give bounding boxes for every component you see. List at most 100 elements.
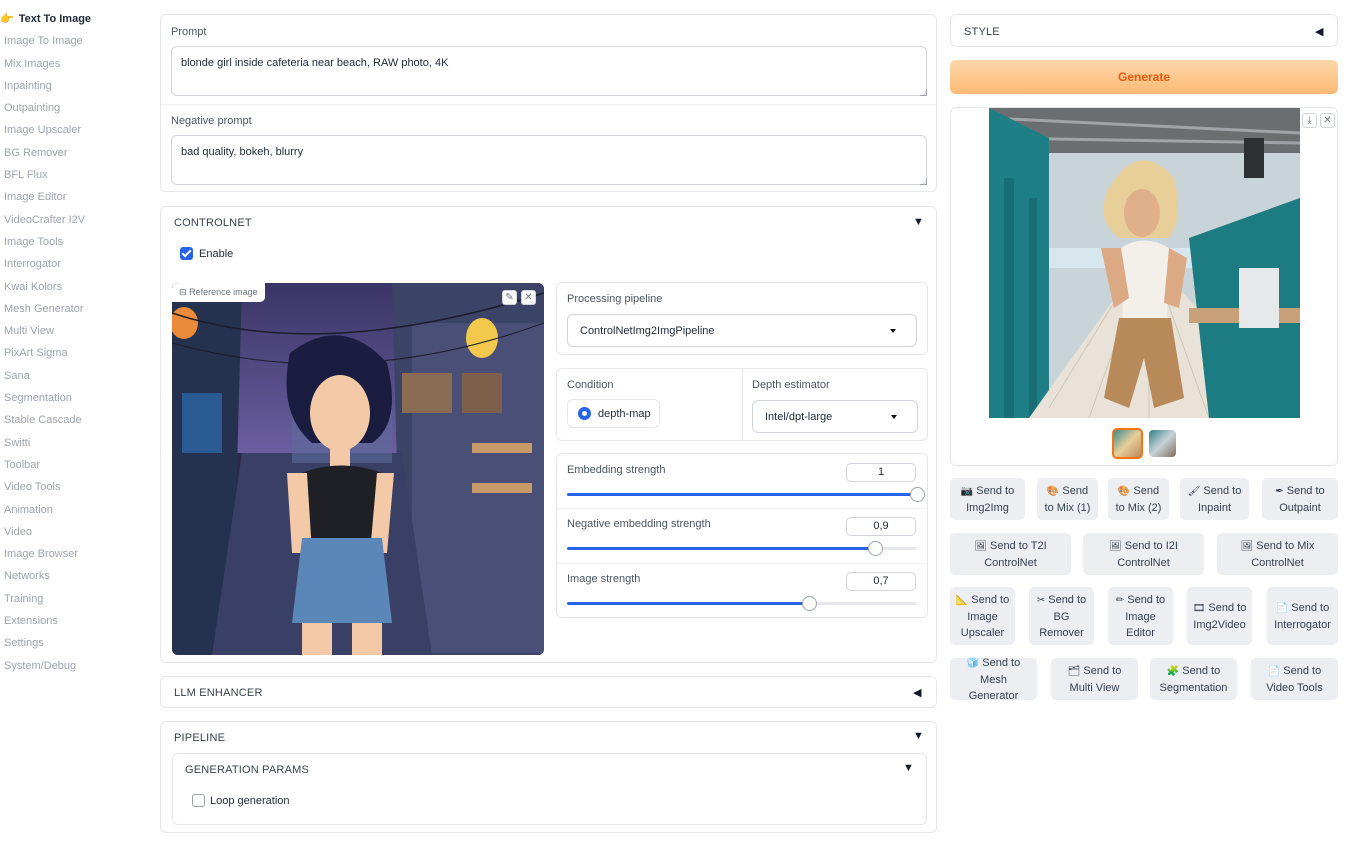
sidebar-item-interrogator[interactable]: Interrogator: [0, 253, 140, 275]
picture-icon: 🖼: [974, 540, 988, 552]
negative-prompt-resize-handle[interactable]: [920, 178, 927, 185]
send-to-multi-view-button[interactable]: 🗂 Send to Multi View: [1051, 658, 1138, 700]
sidebar-item-inpainting[interactable]: Inpainting: [0, 75, 140, 97]
slider-thumb[interactable]: [868, 541, 883, 556]
slider-thumb[interactable]: [801, 596, 817, 611]
loop-generation-checkbox[interactable]: [192, 794, 205, 807]
sidebar-item-sana[interactable]: Sana: [0, 365, 140, 387]
sidebar-item-stable-cascade[interactable]: Stable Cascade: [0, 409, 140, 431]
gallery-thumbnail[interactable]: [1149, 430, 1176, 457]
pointing-hand-icon: 👉: [0, 13, 14, 25]
expand-icon[interactable]: ◀: [913, 686, 921, 699]
reference-image[interactable]: ⊟ Reference image ✎ ✕: [172, 283, 544, 655]
enable-label: Enable: [199, 248, 234, 260]
sidebar-item-mesh-generator[interactable]: Mesh Generator: [0, 298, 140, 320]
sidebar-item-toolbar[interactable]: Toolbar: [0, 454, 140, 476]
sidebar-item-label: Outpainting: [4, 102, 61, 115]
slider-value[interactable]: 0,7: [846, 572, 916, 591]
send-to-video-tools-button[interactable]: 📄 Send to Video Tools: [1251, 658, 1338, 700]
send-button-label: Send to T2I ControlNet: [984, 539, 1047, 569]
controlnet-collapse-icon[interactable]: ▼: [913, 216, 924, 228]
send-to-i2i-controlnet-button[interactable]: 🖼 Send to I2I ControlNet: [1083, 533, 1204, 575]
anime-cafe-street-image: [172, 283, 544, 655]
pipeline-box: Processing pipeline ControlNetImg2ImgPip…: [556, 282, 928, 355]
style-panel[interactable]: STYLE ◀: [950, 14, 1338, 47]
palette-icon: 🎨: [1117, 485, 1131, 497]
sidebar-item-videocrafter-i2v[interactable]: VideoCrafter I2V: [0, 209, 140, 231]
send-to-inpaint-button[interactable]: 🖌 Send to Inpaint: [1180, 478, 1249, 520]
gallery-thumbnail-selected[interactable]: [1112, 428, 1143, 459]
send-to-mix-1--button[interactable]: 🎨 Send to Mix (1): [1037, 478, 1098, 520]
pipeline-dropdown[interactable]: ControlNetImg2ImgPipeline: [567, 314, 917, 347]
download-icon[interactable]: ⤓: [1302, 113, 1317, 128]
sidebar-item-animation[interactable]: Animation: [0, 499, 140, 521]
prompt-resize-handle[interactable]: [920, 89, 927, 96]
sidebar-item-label: Stable Cascade: [4, 414, 82, 427]
send-to-image-upscaler-button[interactable]: 📐 Send to Image Upscaler: [950, 587, 1015, 645]
cube-icon: 🧊: [966, 657, 980, 669]
sidebar-item-pixart-sigma[interactable]: PixArt Sigma: [0, 342, 140, 364]
sidebar-item-extensions[interactable]: Extensions: [0, 610, 140, 632]
sidebar-item-video[interactable]: Video: [0, 521, 140, 543]
send-to-segmentation-button[interactable]: 🧩 Send to Segmentation: [1150, 658, 1237, 700]
slider-track[interactable]: [567, 596, 917, 611]
send-to-mix-controlnet-button[interactable]: 🖼 Send to Mix ControlNet: [1217, 533, 1338, 575]
sidebar-item-text-to-image[interactable]: 👉 Text To Image: [0, 8, 140, 30]
sidebar-item-switti[interactable]: Switti: [0, 432, 140, 454]
send-to-bg-remover-button[interactable]: ✂ Send to BG Remover: [1029, 587, 1094, 645]
sidebar-item-outpainting[interactable]: Outpainting: [0, 97, 140, 119]
sidebar-item-image-editor[interactable]: Image Editor: [0, 186, 140, 208]
generated-image[interactable]: [989, 108, 1300, 418]
sidebar-item-bfl-flux[interactable]: BFL Flux: [0, 164, 140, 186]
sidebar-item-mix-images[interactable]: Mix Images: [0, 53, 140, 75]
expand-icon[interactable]: ◀: [1315, 25, 1323, 38]
pipeline-title[interactable]: PIPELINE: [174, 732, 225, 744]
llm-enhancer-panel[interactable]: LLM ENHANCER ◀: [160, 676, 937, 708]
depth-map-radio[interactable]: depth-map: [567, 399, 660, 428]
image-icon: ⊟: [179, 287, 187, 297]
enable-checkbox[interactable]: [180, 247, 193, 260]
ruler-icon: 📐: [955, 594, 969, 606]
prompt-input[interactable]: blonde girl inside cafeteria near beach,…: [171, 46, 927, 96]
sidebar-item-multi-view[interactable]: Multi View: [0, 320, 140, 342]
close-icon[interactable]: ✕: [1320, 113, 1335, 128]
slider-value[interactable]: 0,9: [846, 517, 916, 536]
generate-button[interactable]: Generate: [950, 60, 1338, 94]
pipeline-collapse-icon[interactable]: ▼: [913, 730, 924, 742]
close-icon[interactable]: ✕: [521, 290, 536, 305]
sidebar-item-segmentation[interactable]: Segmentation: [0, 387, 140, 409]
sidebar-item-label: Segmentation: [4, 392, 72, 405]
send-to-img2img-button[interactable]: 📷 Send to Img2Img: [950, 478, 1025, 520]
generation-params-title[interactable]: GENERATION PARAMS: [185, 764, 309, 776]
send-to-interrogator-button[interactable]: 📄 Send to Interrogator: [1267, 587, 1338, 645]
slider-thumb[interactable]: [910, 487, 925, 502]
sidebar-item-settings[interactable]: Settings: [0, 632, 140, 654]
slider-value[interactable]: 1: [846, 463, 916, 482]
slider-track[interactable]: [567, 541, 917, 556]
send-to-mesh-generator-button[interactable]: 🧊 Send to Mesh Generator: [950, 657, 1037, 702]
send-to-img2video-button[interactable]: 🎞 Send to Img2Video: [1187, 587, 1252, 645]
condition-label: Condition: [567, 379, 614, 391]
sidebar-item-image-upscaler[interactable]: Image Upscaler: [0, 119, 140, 141]
sidebar-item-system-debug[interactable]: System/Debug: [0, 655, 140, 677]
sidebar-item-label: Video: [4, 525, 32, 538]
edit-icon[interactable]: ✎: [502, 290, 517, 305]
generation-params-collapse-icon[interactable]: ▼: [903, 762, 914, 774]
sidebar-item-image-browser[interactable]: Image Browser: [0, 543, 140, 565]
controlnet-title[interactable]: CONTROLNET: [174, 217, 252, 229]
sidebar-item-networks[interactable]: Networks: [0, 565, 140, 587]
sidebar-item-video-tools[interactable]: Video Tools: [0, 476, 140, 498]
send-to-mix-2--button[interactable]: 🎨 Send to Mix (2): [1108, 478, 1169, 520]
sidebar-item-image-tools[interactable]: Image Tools: [0, 231, 140, 253]
sidebar-item-kwai-kolors[interactable]: Kwai Kolors: [0, 276, 140, 298]
sidebar-item-image-to-image[interactable]: Image To Image: [0, 30, 140, 52]
send-to-outpaint-button[interactable]: ✒ Send to Outpaint: [1262, 478, 1338, 520]
sidebar-item-label: Animation: [4, 503, 53, 516]
send-to-t2i-controlnet-button[interactable]: 🖼 Send to T2I ControlNet: [950, 533, 1071, 575]
sidebar-item-bg-remover[interactable]: BG Remover: [0, 142, 140, 164]
slider-track[interactable]: [567, 487, 925, 502]
negative-prompt-input[interactable]: bad quality, bokeh, blurry: [171, 135, 927, 185]
sidebar-item-training[interactable]: Training: [0, 588, 140, 610]
send-to-image-editor-button[interactable]: ✏ Send to Image Editor: [1108, 587, 1173, 645]
depth-dropdown[interactable]: Intel/dpt-large: [752, 400, 918, 433]
